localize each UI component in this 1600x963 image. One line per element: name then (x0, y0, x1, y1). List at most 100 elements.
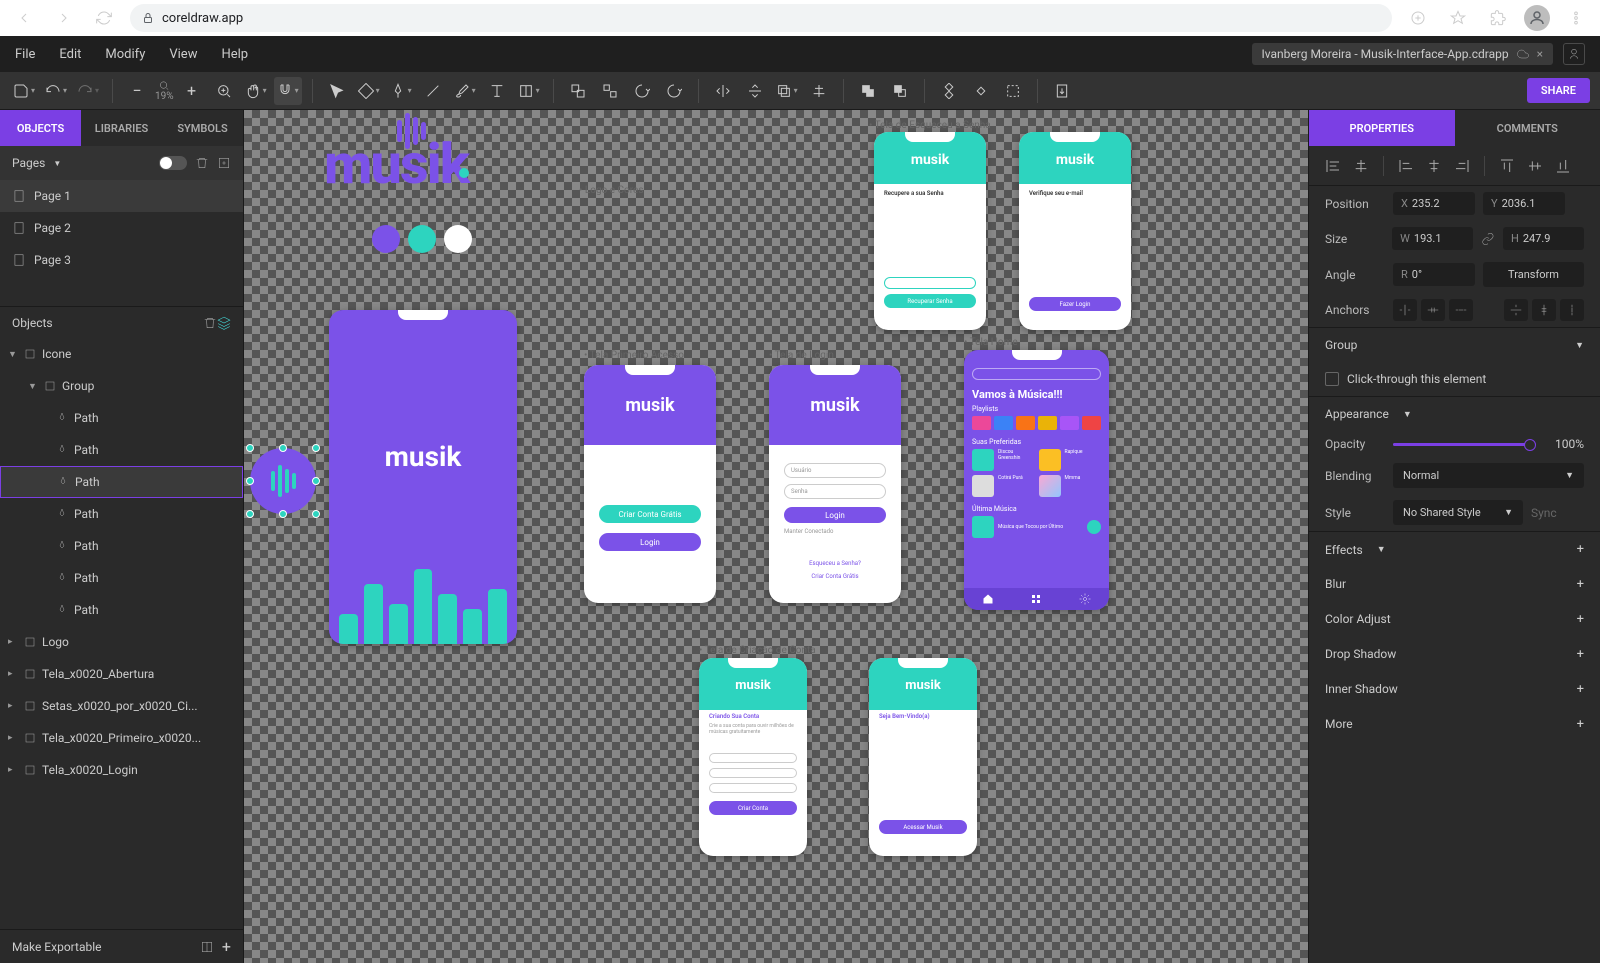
obj-path-0[interactable]: Path (0, 402, 243, 434)
add-tab-button[interactable] (1404, 4, 1432, 32)
undo-tool[interactable] (42, 77, 70, 105)
align-right[interactable] (1450, 154, 1474, 178)
menu-file[interactable]: File (15, 47, 35, 62)
instance-tool[interactable] (967, 77, 995, 105)
align-top[interactable] (1495, 154, 1519, 178)
effect-more[interactable]: More+ (1309, 707, 1600, 742)
obj-path-4[interactable]: Path (0, 530, 243, 562)
sync-button[interactable]: Sync (1531, 506, 1557, 520)
tab-properties[interactable]: PROPERTIES (1309, 110, 1455, 146)
text-tool[interactable] (483, 77, 511, 105)
line-tool[interactable] (419, 77, 447, 105)
obj-path-1[interactable]: Path (0, 434, 243, 466)
anchor-h1[interactable] (1393, 299, 1417, 321)
layers-icon[interactable] (217, 316, 231, 330)
pen-tool[interactable] (387, 77, 415, 105)
obj-path-3[interactable]: Path (0, 498, 243, 530)
rotate-ccw-tool[interactable] (628, 77, 656, 105)
align-left2[interactable] (1394, 154, 1418, 178)
obj-tela-login[interactable]: ▸Tela_x0020_Login (0, 754, 243, 786)
ungroup-tool[interactable] (596, 77, 624, 105)
menu-help[interactable]: Help (221, 47, 248, 62)
align-bottom[interactable] (1551, 154, 1575, 178)
link-icon[interactable] (1481, 232, 1495, 246)
shape-tool[interactable] (355, 77, 383, 105)
flip-h-tool[interactable] (709, 77, 737, 105)
obj-icone[interactable]: ▼Icone (0, 338, 243, 370)
obj-path-6[interactable]: Path (0, 594, 243, 626)
close-doc-icon[interactable]: × (1537, 47, 1543, 61)
appearance-section[interactable]: Appearance▼ (1309, 396, 1600, 431)
profile-avatar[interactable] (1524, 5, 1550, 31)
canvas[interactable]: musik • Logo e Cores musik (244, 110, 1308, 963)
redo-tool[interactable] (74, 77, 102, 105)
anchor-v3[interactable] (1560, 299, 1584, 321)
pathfinder-union-tool[interactable] (854, 77, 882, 105)
obj-path-5[interactable]: Path (0, 562, 243, 594)
align-center-tool[interactable] (805, 77, 833, 105)
input-angle[interactable]: R0° (1393, 263, 1475, 286)
pages-toggle[interactable] (159, 156, 187, 170)
rotate-cw-tool[interactable] (660, 77, 688, 105)
tab-symbols[interactable]: SYMBOLS (162, 110, 243, 146)
zoom-in-tool[interactable]: + (178, 77, 206, 105)
align-center[interactable] (1422, 154, 1446, 178)
extensions-button[interactable] (1484, 4, 1512, 32)
input-h[interactable]: H247.9 (1503, 227, 1584, 250)
blending-select[interactable]: Normal▼ (1393, 463, 1584, 488)
obj-tela-abertura[interactable]: ▸Tela_x0020_Abertura (0, 658, 243, 690)
anchor-v1[interactable] (1504, 299, 1528, 321)
arrange-tool[interactable] (773, 77, 801, 105)
doc-title[interactable]: Ivanberg Moreira - Musik-Interface-App.c… (1252, 43, 1553, 65)
snap-tool[interactable] (274, 77, 302, 105)
input-x[interactable]: X235.2 (1393, 192, 1475, 215)
forward-button[interactable] (50, 4, 78, 32)
frame-tool[interactable] (515, 77, 543, 105)
export-tool[interactable] (1048, 77, 1076, 105)
trash-icon[interactable] (195, 156, 209, 170)
group-tool[interactable] (564, 77, 592, 105)
zoom-out-tool[interactable]: − (123, 77, 151, 105)
back-button[interactable] (10, 4, 38, 32)
zoom-search-tool[interactable] (210, 77, 238, 105)
effect-blur[interactable]: Blur+ (1309, 567, 1600, 602)
obj-path-2[interactable]: Path (0, 466, 243, 498)
component-tool[interactable] (935, 77, 963, 105)
input-w[interactable]: W193.1 (1392, 227, 1473, 250)
pan-tool[interactable] (242, 77, 270, 105)
click-through-checkbox[interactable]: Click-through this element (1309, 362, 1600, 396)
add-page-icon[interactable] (217, 156, 231, 170)
anchor-h3[interactable] (1449, 299, 1473, 321)
effects-section[interactable]: Effects▼ + (1309, 531, 1600, 567)
anchor-v2[interactable] (1532, 299, 1556, 321)
reload-button[interactable] (90, 4, 118, 32)
transform-button[interactable]: Transform (1483, 262, 1584, 287)
group-dropdown[interactable]: Group▼ (1309, 327, 1600, 362)
opacity-slider[interactable] (1393, 443, 1536, 446)
input-y[interactable]: Y2036.1 (1483, 192, 1565, 215)
share-button[interactable]: SHARE (1527, 78, 1590, 103)
flip-v-tool[interactable] (741, 77, 769, 105)
tab-comments[interactable]: COMMENTS (1455, 110, 1600, 146)
save-tool[interactable] (10, 77, 38, 105)
effect-drop-shadow[interactable]: Drop Shadow+ (1309, 637, 1600, 672)
page-item-2[interactable]: Page 2 (0, 212, 243, 244)
page-item-3[interactable]: Page 3 (0, 244, 243, 276)
tab-libraries[interactable]: LIBRARIES (81, 110, 162, 146)
menu-modify[interactable]: Modify (105, 47, 145, 62)
trash-icon[interactable] (203, 316, 217, 330)
menu-edit[interactable]: Edit (59, 47, 81, 62)
make-exportable[interactable]: Make Exportable + (0, 929, 243, 963)
align-middle[interactable] (1523, 154, 1547, 178)
menu-view[interactable]: View (169, 47, 197, 62)
select-tool[interactable] (323, 77, 351, 105)
tab-objects[interactable]: OBJECTS (0, 110, 81, 146)
url-bar[interactable]: coreldraw.app (130, 4, 1392, 32)
obj-setas[interactable]: ▸Setas_x0020_por_x0020_Ci... (0, 690, 243, 722)
user-badge[interactable] (1563, 43, 1585, 65)
obj-group[interactable]: ▼Group (0, 370, 243, 402)
brush-tool[interactable] (451, 77, 479, 105)
effect-inner-shadow[interactable]: Inner Shadow+ (1309, 672, 1600, 707)
bookmark-button[interactable] (1444, 4, 1472, 32)
effect-color-adjust[interactable]: Color Adjust+ (1309, 602, 1600, 637)
